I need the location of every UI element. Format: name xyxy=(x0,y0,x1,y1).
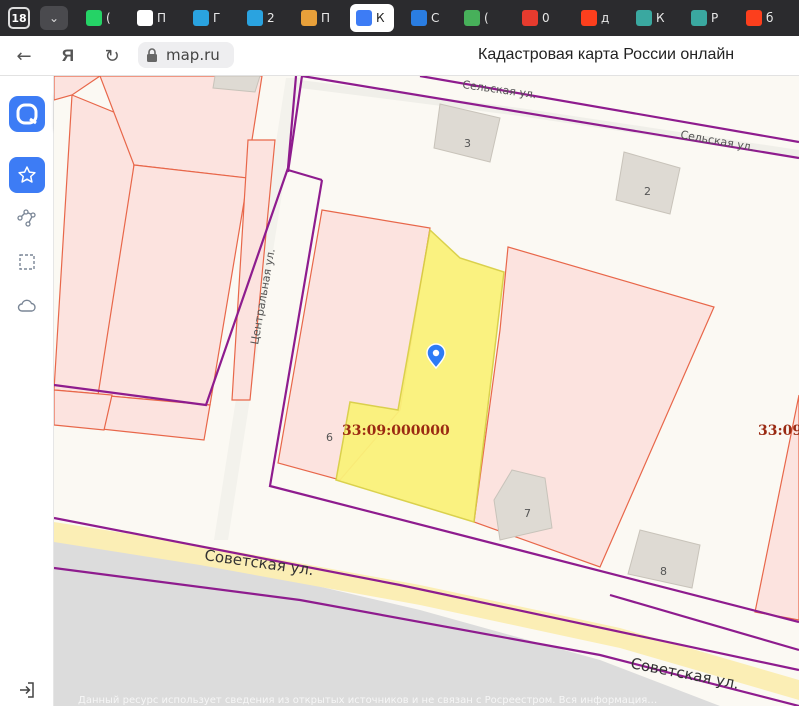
map-canvas[interactable]: Сельская ул. Сельская ул. Центральная ул… xyxy=(54,76,799,706)
chevron-down-icon: ⌄ xyxy=(48,11,60,25)
favorites-button[interactable] xyxy=(9,157,45,193)
house-number-6: 6 xyxy=(326,431,333,444)
whatsapp-icon xyxy=(86,10,102,26)
address-bar: ← Я ↻ map.ru Кадастровая карта России он… xyxy=(0,36,799,76)
browser-tab-title: К xyxy=(376,11,385,25)
browser-tab-title: ( xyxy=(106,11,111,25)
browser-tab[interactable]: 0 xyxy=(516,4,560,32)
tabs-dropdown-button[interactable]: ⌄ xyxy=(40,6,68,30)
tab-counter[interactable]: 18 xyxy=(8,7,30,29)
browser-tab[interactable]: б xyxy=(740,4,784,32)
house-number-3: 3 xyxy=(464,137,471,150)
lock-icon xyxy=(147,48,157,62)
house-number-7: 7 xyxy=(524,507,531,520)
reload-icon: ↻ xyxy=(104,45,120,67)
browser-tab-title: П xyxy=(321,11,331,25)
browser-tab-title: Г xyxy=(213,11,221,25)
polyline-icon xyxy=(17,209,36,227)
telegram-icon xyxy=(193,10,209,26)
browser-tab[interactable]: д xyxy=(575,4,619,32)
browser-tab[interactable]: ( xyxy=(80,4,124,32)
house-number-2: 2 xyxy=(644,185,651,198)
building-8 xyxy=(627,529,701,589)
browser-tab-title: С xyxy=(431,11,440,25)
map-app-icon xyxy=(356,10,372,26)
house-number-8: 8 xyxy=(660,565,667,578)
shield-icon xyxy=(522,10,538,26)
building-3 xyxy=(433,103,501,163)
street-label-selskaya-1: Сельская ул. xyxy=(462,78,538,101)
browser-tab-title: К xyxy=(656,11,665,25)
browser-tab[interactable]: К xyxy=(350,4,394,32)
back-button[interactable]: ← xyxy=(12,44,36,68)
browser-tab-title: ( xyxy=(484,11,489,25)
area-select-button[interactable] xyxy=(15,250,39,274)
star-icon xyxy=(18,166,36,183)
striped-logo-icon xyxy=(691,10,707,26)
cadastral-map[interactable]: Сельская ул. Сельская ул. Центральная ул… xyxy=(54,76,799,706)
login-icon xyxy=(20,682,34,698)
circle-logo-icon xyxy=(411,10,427,26)
document-icon xyxy=(137,10,153,26)
browser-tab-title: д xyxy=(601,11,610,25)
page-title: Кадастровая карта России онлайн xyxy=(478,46,735,63)
cadastral-number-label: 33:09:000000 xyxy=(342,423,450,439)
cloud-button[interactable] xyxy=(15,294,39,318)
yandex-icon xyxy=(746,10,762,26)
browser-tab[interactable]: Г xyxy=(187,4,231,32)
browser-logo-button[interactable]: Я xyxy=(56,44,80,68)
colorful-wheel-icon xyxy=(301,10,317,26)
app-logo-button[interactable] xyxy=(9,96,45,132)
parcel-left-6[interactable] xyxy=(54,389,113,431)
browser-tab-title: Р xyxy=(711,11,719,25)
browser-tab-title: 0 xyxy=(542,11,550,25)
browser-tab[interactable]: ( xyxy=(458,4,502,32)
browser-tab[interactable]: П xyxy=(295,4,339,32)
yandex-icon xyxy=(581,10,597,26)
striped-logo-icon xyxy=(636,10,652,26)
map-attribution: Данный ресурс использует сведения из отк… xyxy=(78,695,658,706)
back-arrow-icon: ← xyxy=(16,45,32,67)
measure-tool-button[interactable] xyxy=(15,206,39,230)
house-logo-icon xyxy=(464,10,480,26)
browser-tab-title: П xyxy=(157,11,167,25)
browser-tab-bar: 18 ⌄ ( П Г 2 П К С (0 д К Рб xyxy=(0,0,799,36)
url-field[interactable]: map.ru xyxy=(138,42,234,68)
login-button[interactable] xyxy=(15,678,39,702)
browser-tab[interactable]: 2 xyxy=(241,4,285,32)
browser-tab-title: б xyxy=(766,11,774,25)
browser-tab[interactable]: С xyxy=(405,4,449,32)
map-app-icon xyxy=(16,103,38,125)
dashed-square-icon xyxy=(19,254,35,270)
browser-tab[interactable]: П xyxy=(131,4,175,32)
cadastral-number-edge-label: 33:09 xyxy=(758,423,799,439)
sidebar xyxy=(0,76,54,706)
telegram-icon xyxy=(247,10,263,26)
cloud-icon xyxy=(17,299,36,312)
url-text: map.ru xyxy=(166,46,220,64)
building-2 xyxy=(615,151,681,215)
browser-tab[interactable]: К xyxy=(630,4,674,32)
reload-button[interactable]: ↻ xyxy=(100,44,124,68)
browser-tab-title: 2 xyxy=(267,11,275,25)
browser-tab[interactable]: Р xyxy=(685,4,729,32)
